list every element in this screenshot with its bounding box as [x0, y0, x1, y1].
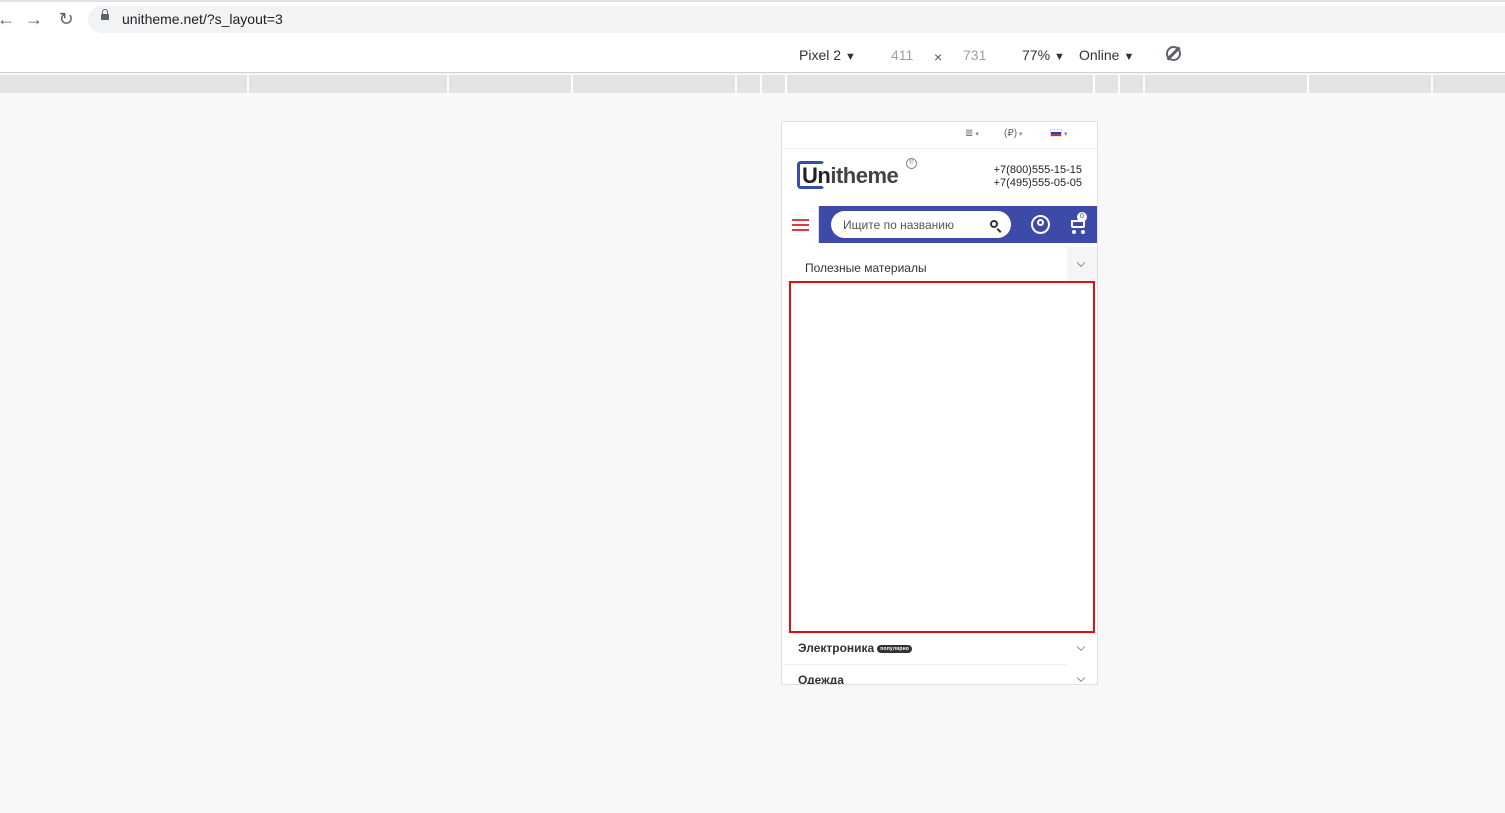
mq-divider	[1431, 75, 1433, 93]
hamburger-line	[792, 224, 809, 226]
list-icon: ≣	[965, 128, 974, 139]
search-icon[interactable]	[990, 220, 998, 228]
chevron-down-icon: ▼	[845, 51, 856, 63]
rotate-icon[interactable]	[1166, 46, 1181, 61]
mq-divider	[785, 75, 787, 93]
height-input[interactable]: 731	[963, 47, 986, 63]
browser-address-bar: ← → ↻ unitheme.net/?s_layout=3	[0, 0, 1505, 39]
network-value: Online	[1079, 47, 1120, 63]
network-select[interactable]: Online ▼	[1079, 47, 1134, 63]
device-toolbar: Pixel 2 ▼ 411 × 731 77% ▼ Online ▼	[0, 38, 1505, 73]
cart-count-badge: 0	[1077, 212, 1087, 222]
device-select[interactable]: Pixel 2 ▼	[799, 47, 856, 63]
chevron-down-icon[interactable]	[1067, 632, 1097, 664]
hamburger-line	[792, 229, 809, 231]
registered-icon: ®	[906, 158, 917, 169]
mq-divider	[447, 75, 449, 93]
flag-ru-icon	[1050, 129, 1062, 138]
tab-strip-edge	[0, 0, 1505, 2]
logo-text: Unitheme	[802, 163, 899, 188]
menu-item-label: Электроника популярно	[798, 641, 913, 655]
search-box	[831, 211, 1011, 238]
contact-phones: +7(800)555-15-15 +7(495)555-05-05	[994, 164, 1082, 190]
phone-number[interactable]: +7(800)555-15-15	[994, 164, 1082, 177]
zoom-select[interactable]: 77% ▼	[1022, 47, 1065, 63]
chevron-down-icon: ▼	[1054, 51, 1065, 63]
hamburger-menu-button[interactable]	[782, 206, 819, 243]
arrow-right-icon: →	[25, 8, 43, 29]
media-query-bar[interactable]	[0, 75, 1505, 93]
user-icon[interactable]	[1031, 215, 1050, 234]
currency-select[interactable]: (₽) ▾	[1004, 128, 1023, 139]
menu-item-useful[interactable]: Полезные материалы	[782, 247, 1097, 282]
reload-icon: ↻	[58, 8, 74, 29]
chevron-down-icon[interactable]	[1067, 247, 1097, 281]
cart-button[interactable]: 0	[1069, 212, 1089, 236]
mq-divider	[735, 75, 737, 93]
chevron-down-icon[interactable]	[1067, 664, 1097, 684]
mq-divider	[571, 75, 573, 93]
times-icon: ×	[934, 49, 943, 65]
phone-number[interactable]: +7(495)555-05-05	[994, 177, 1082, 190]
mq-divider	[1118, 75, 1120, 93]
site-top-strip: ≣ ▾ (₽) ▾ ▾	[782, 122, 1097, 149]
back-button[interactable]: ←	[0, 8, 18, 30]
reload-button[interactable]: ↻	[54, 8, 78, 30]
search-input[interactable]	[831, 211, 993, 238]
device-name: Pixel 2	[799, 47, 842, 63]
mq-divider	[1093, 75, 1095, 93]
forward-button[interactable]: →	[22, 8, 46, 30]
mq-divider	[1143, 75, 1145, 93]
cart-wheel	[1072, 230, 1076, 234]
top-menu-toggle[interactable]: ≣ ▾	[965, 128, 979, 139]
menu-item-electronics[interactable]: Электроника популярно	[782, 632, 1097, 665]
zoom-value: 77%	[1022, 47, 1051, 63]
menu-item-label: Полезные материалы	[805, 261, 927, 275]
popular-badge: популярно	[877, 644, 913, 653]
arrow-left-icon: ←	[0, 8, 15, 29]
site-logo[interactable]: Unitheme ®	[797, 158, 917, 193]
chevron-down-icon: ▾	[1019, 131, 1023, 138]
site-main-bar: 0	[782, 206, 1097, 243]
mq-divider	[760, 75, 762, 93]
url-text[interactable]: unitheme.net/?s_layout=3	[122, 11, 283, 27]
chevron-down-icon: ▾	[1064, 131, 1068, 138]
menu-item-label: Одежда	[798, 673, 844, 685]
mq-divider	[247, 75, 249, 93]
currency-value: (₽)	[1004, 128, 1018, 139]
mq-divider	[1307, 75, 1309, 93]
chevron-down-icon: ▾	[975, 131, 979, 138]
width-input[interactable]: 411	[891, 47, 913, 63]
omnibox[interactable]: unitheme.net/?s_layout=3	[88, 6, 1505, 33]
highlighted-empty-region	[789, 281, 1095, 633]
cart-wheel	[1081, 230, 1085, 234]
hamburger-line	[792, 219, 809, 221]
lock-icon	[101, 9, 109, 20]
language-select[interactable]: ▾	[1050, 128, 1068, 139]
menu-item-clothes[interactable]: Одежда	[782, 664, 1097, 685]
chevron-down-icon: ▼	[1123, 51, 1135, 63]
